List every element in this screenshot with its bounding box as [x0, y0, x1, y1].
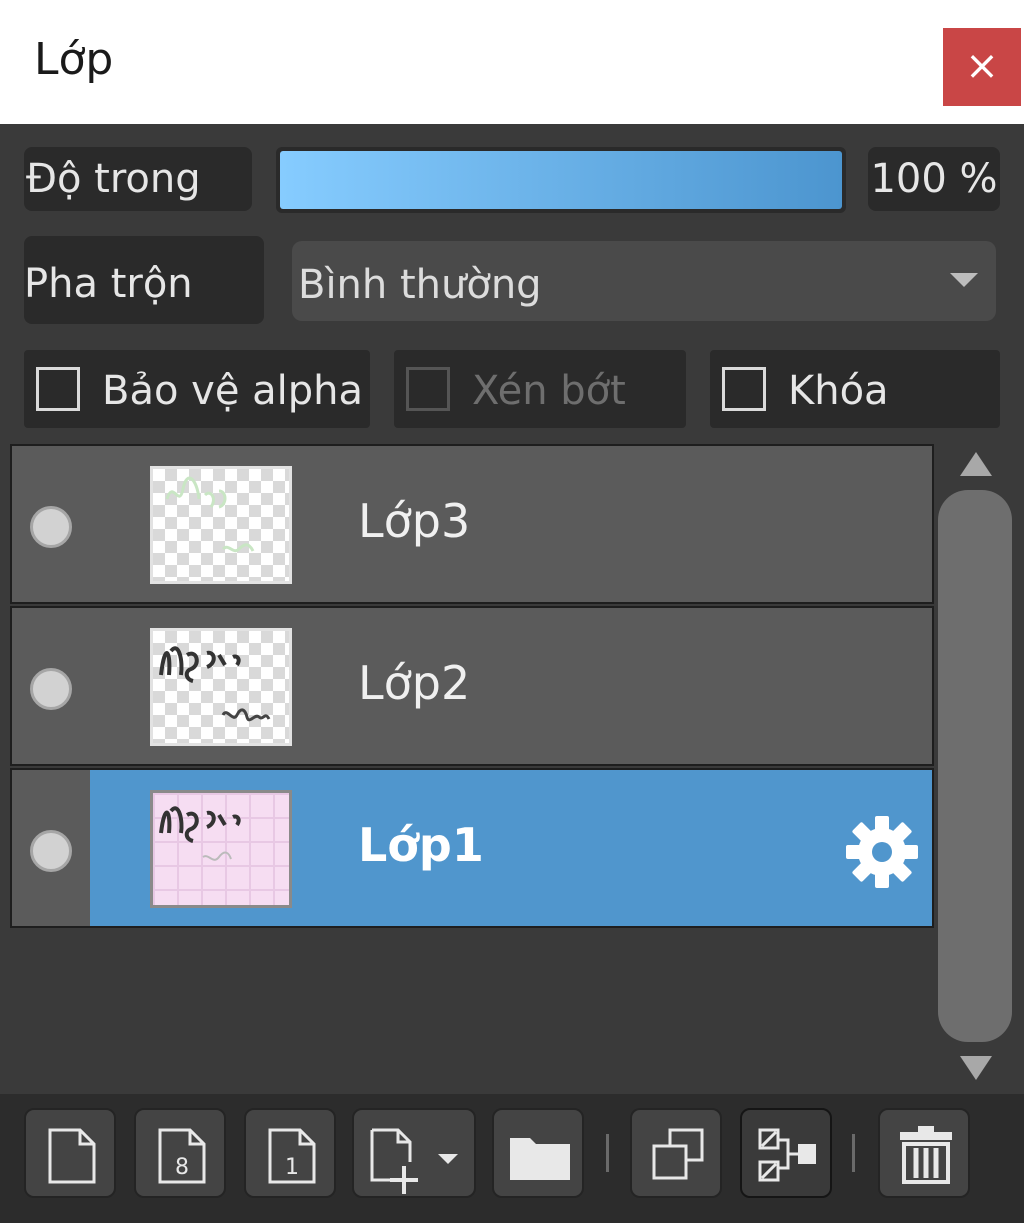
toolbar-separator — [852, 1134, 855, 1172]
layer-row-1[interactable]: Lớp1 — [10, 768, 934, 928]
new-8bit-layer-button[interactable]: 8 — [134, 1108, 226, 1198]
opacity-slider-fill — [280, 151, 842, 209]
layer-list: Lớp3 Lớp2 Lớp1 — [10, 444, 934, 1090]
merge-down-button[interactable] — [740, 1108, 832, 1198]
opacity-label: Độ trong — [24, 147, 252, 211]
add-layer-menu-button[interactable] — [352, 1108, 476, 1198]
new-1bit-layer-icon: 1 — [268, 1128, 316, 1184]
clipping-label: Xén bớt — [472, 368, 626, 414]
clipping-option: Xén bớt — [394, 350, 686, 428]
scroll-up-arrow-icon[interactable] — [960, 452, 992, 476]
protect-alpha-option[interactable]: Bảo vệ alpha — [24, 350, 370, 428]
layer-name: Lớp1 — [358, 818, 484, 872]
new-8bit-layer-icon: 8 — [158, 1128, 206, 1184]
blend-mode-label: Pha trộn — [24, 236, 264, 324]
opacity-slider[interactable] — [276, 147, 846, 213]
delete-layer-button[interactable] — [878, 1108, 970, 1198]
title-bar[interactable]: Lớp × — [0, 0, 1024, 124]
blend-mode-value: Bình thường — [298, 262, 542, 308]
svg-text:1: 1 — [285, 1155, 299, 1180]
scroll-down-arrow-icon[interactable] — [960, 1056, 992, 1080]
layer-thumbnail — [150, 628, 292, 746]
visibility-toggle-icon[interactable] — [30, 830, 72, 872]
new-layer-icon — [48, 1128, 96, 1184]
trash-icon — [900, 1126, 952, 1184]
layers-panel: Lớp × Độ trong 100 % Pha trộn Bình thườn… — [0, 0, 1024, 1223]
lock-label: Khóa — [788, 368, 889, 414]
duplicate-layer-button[interactable] — [630, 1108, 722, 1198]
layer-row-2[interactable]: Lớp2 — [10, 606, 934, 766]
add-layer-menu-icon — [370, 1128, 458, 1194]
new-folder-button[interactable] — [492, 1108, 584, 1198]
layer-row-3[interactable]: Lớp3 — [10, 444, 934, 604]
close-button[interactable]: × — [943, 28, 1021, 106]
layer-thumbnail — [150, 790, 292, 908]
chevron-down-icon — [950, 273, 978, 287]
layer-toolbar: 8 1 — [0, 1094, 1024, 1223]
new-layer-button[interactable] — [24, 1108, 116, 1198]
layer-thumbnail — [150, 466, 292, 584]
gear-icon[interactable] — [842, 812, 922, 892]
blend-mode-select[interactable]: Bình thường — [292, 241, 996, 321]
panel-title: Lớp — [34, 34, 114, 85]
protect-alpha-label: Bảo vệ alpha — [102, 368, 364, 414]
new-1bit-layer-button[interactable]: 1 — [244, 1108, 336, 1198]
clipping-checkbox — [406, 367, 450, 411]
merge-down-icon — [758, 1128, 816, 1182]
visibility-toggle-icon[interactable] — [30, 506, 72, 548]
protect-alpha-checkbox[interactable] — [36, 367, 80, 411]
layer-name: Lớp2 — [358, 656, 471, 710]
duplicate-layer-icon — [652, 1128, 704, 1180]
toolbar-separator — [606, 1134, 609, 1172]
new-folder-icon — [510, 1138, 570, 1180]
scrollbar-thumb[interactable] — [938, 490, 1012, 1042]
lock-checkbox[interactable] — [722, 367, 766, 411]
layer-name: Lớp3 — [358, 494, 471, 548]
visibility-toggle-icon[interactable] — [30, 668, 72, 710]
svg-text:8: 8 — [175, 1155, 189, 1180]
lock-option[interactable]: Khóa — [710, 350, 1000, 428]
opacity-value: 100 % — [868, 147, 1000, 211]
